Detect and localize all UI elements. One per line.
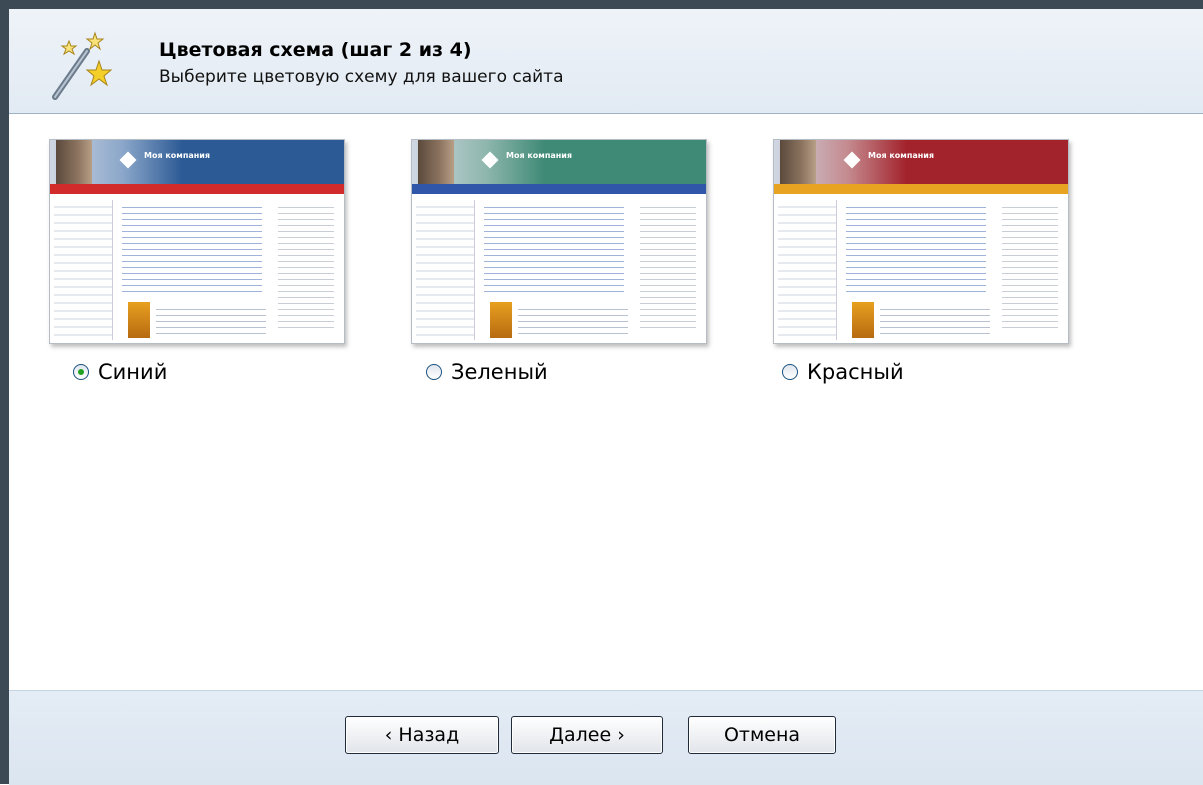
next-button[interactable]: Далее › (511, 716, 663, 754)
back-button[interactable]: ‹ Назад (345, 716, 499, 754)
radio-label-green: Зеленый (451, 360, 548, 384)
radio-button-red[interactable] (782, 364, 798, 380)
scheme-option-red: Моя компания Красный (773, 139, 1073, 409)
preview-book-image (128, 302, 150, 338)
preview-banner (774, 140, 1068, 184)
radio-option-blue[interactable]: Синий (73, 359, 167, 385)
preview-content (846, 202, 986, 292)
radio-option-green[interactable]: Зеленый (426, 359, 548, 385)
preview-person-image (780, 140, 816, 184)
radio-label-blue: Синий (98, 360, 168, 384)
radio-label-red: Красный (807, 360, 904, 384)
preview-content (122, 202, 262, 292)
preview-menu (50, 184, 344, 199)
preview-banner (50, 140, 344, 184)
radio-button-blue[interactable] (73, 364, 89, 380)
preview-menu (412, 184, 706, 199)
wizard-header: Цветовая схема (шаг 2 из 4) Выберите цве… (9, 9, 1203, 114)
preview-content (484, 202, 624, 292)
preview-company-name: Моя компания (144, 151, 211, 160)
preview-sidebar (778, 200, 837, 340)
preview-book-image (490, 302, 512, 338)
preview-banner (412, 140, 706, 184)
scheme-preview-red[interactable]: Моя компания (773, 139, 1069, 344)
preview-right-column (278, 202, 334, 332)
preview-book-image (852, 302, 874, 338)
radio-option-red[interactable]: Красный (782, 359, 904, 385)
preview-book-text (880, 304, 990, 334)
page-title: Цветовая схема (шаг 2 из 4) (159, 39, 472, 61)
radio-button-green[interactable] (426, 364, 442, 380)
preview-book-text (518, 304, 628, 334)
preview-person-image (418, 140, 454, 184)
preview-sidebar (416, 200, 475, 340)
preview-book-text (156, 304, 266, 334)
scheme-option-blue: Моя компания Синий (49, 139, 349, 409)
scheme-preview-green[interactable]: Моя компания (411, 139, 707, 344)
page-subtitle: Выберите цветовую схему для вашего сайта (159, 67, 564, 87)
wizard-window: Цветовая схема (шаг 2 из 4) Выберите цве… (0, 0, 1203, 785)
magic-wand-icon (52, 31, 113, 100)
wizard-footer: ‹ Назад Далее › Отмена (9, 690, 1203, 785)
scheme-option-green: Моя компания Зеленый (411, 139, 711, 409)
preview-right-column (1002, 202, 1058, 332)
preview-right-column (640, 202, 696, 332)
scheme-preview-blue[interactable]: Моя компания (49, 139, 345, 344)
cancel-button[interactable]: Отмена (688, 716, 836, 754)
preview-sidebar (54, 200, 113, 340)
preview-company-name: Моя компания (868, 151, 935, 160)
preview-company-name: Моя компания (506, 151, 573, 160)
preview-person-image (56, 140, 92, 184)
preview-menu (774, 184, 1068, 199)
